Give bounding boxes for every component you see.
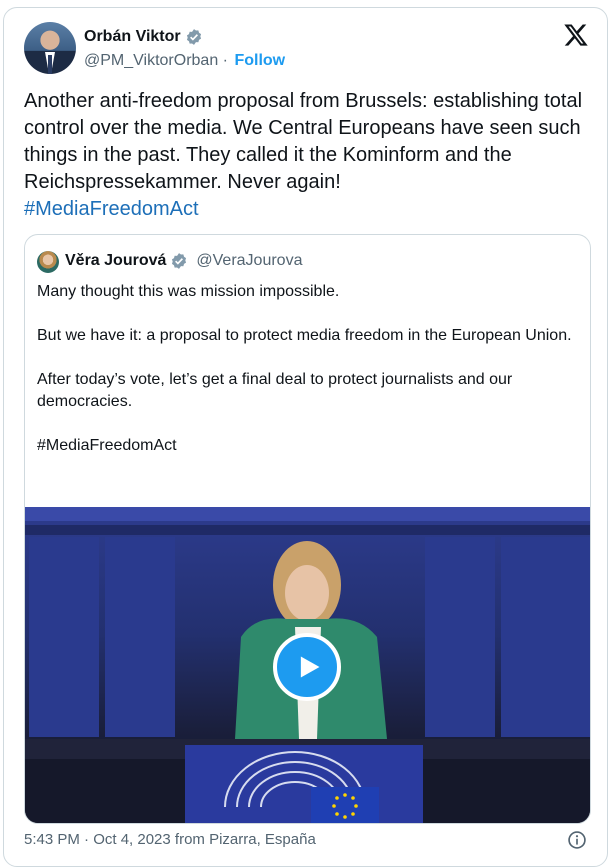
- play-button[interactable]: [273, 633, 341, 701]
- avatar-tie: [48, 55, 52, 74]
- quoted-author-avatar: [37, 251, 59, 273]
- verified-badge-icon: [186, 29, 201, 45]
- author-avatar[interactable]: [24, 22, 76, 74]
- author-name-row: Orbán Viktor: [84, 28, 203, 46]
- tweet-card: Orbán Viktor @PM_ViktorOrban · Follow An…: [3, 7, 608, 867]
- author-handle[interactable]: @PM_ViktorOrban: [84, 52, 218, 69]
- quoted-paragraph: But we have it: a proposal to protect me…: [37, 327, 572, 344]
- handle-separator: ·: [222, 52, 228, 69]
- quoted-author-handle: @VeraJourova: [196, 252, 303, 269]
- quoted-tweet[interactable]: Věra Jourová @VeraJourova Many thought t…: [24, 234, 591, 824]
- tweet-hashtag-link[interactable]: #MediaFreedomAct: [24, 196, 594, 223]
- quoted-paragraph: Many thought this was mission impossible…: [37, 283, 340, 300]
- verified-badge-icon: [172, 253, 187, 269]
- quoted-author-name: Věra Jourová: [65, 252, 167, 269]
- timestamp[interactable]: 5:43 PM · Oct 4, 2023 from Pizarra, Espa…: [24, 831, 316, 848]
- tweet-body: Another anti-freedom proposal from Bruss…: [24, 90, 583, 193]
- author-name[interactable]: Orbán Viktor: [84, 28, 181, 46]
- play-icon: [300, 656, 320, 678]
- quoted-hashtag: #MediaFreedomAct: [37, 437, 177, 454]
- quoted-text: Many thought this was mission impossible…: [37, 281, 577, 457]
- quoted-paragraph: After today’s vote, let’s get a final de…: [37, 371, 513, 410]
- follow-button[interactable]: Follow: [234, 52, 285, 69]
- video-thumbnail[interactable]: [25, 507, 590, 823]
- tweet-text: Another anti-freedom proposal from Bruss…: [24, 88, 594, 223]
- x-logo-icon[interactable]: [563, 22, 589, 48]
- quoted-header: Věra Jourová @VeraJourova: [65, 252, 302, 270]
- info-icon[interactable]: [567, 830, 587, 850]
- author-handle-row: @PM_ViktorOrban · Follow: [84, 52, 285, 70]
